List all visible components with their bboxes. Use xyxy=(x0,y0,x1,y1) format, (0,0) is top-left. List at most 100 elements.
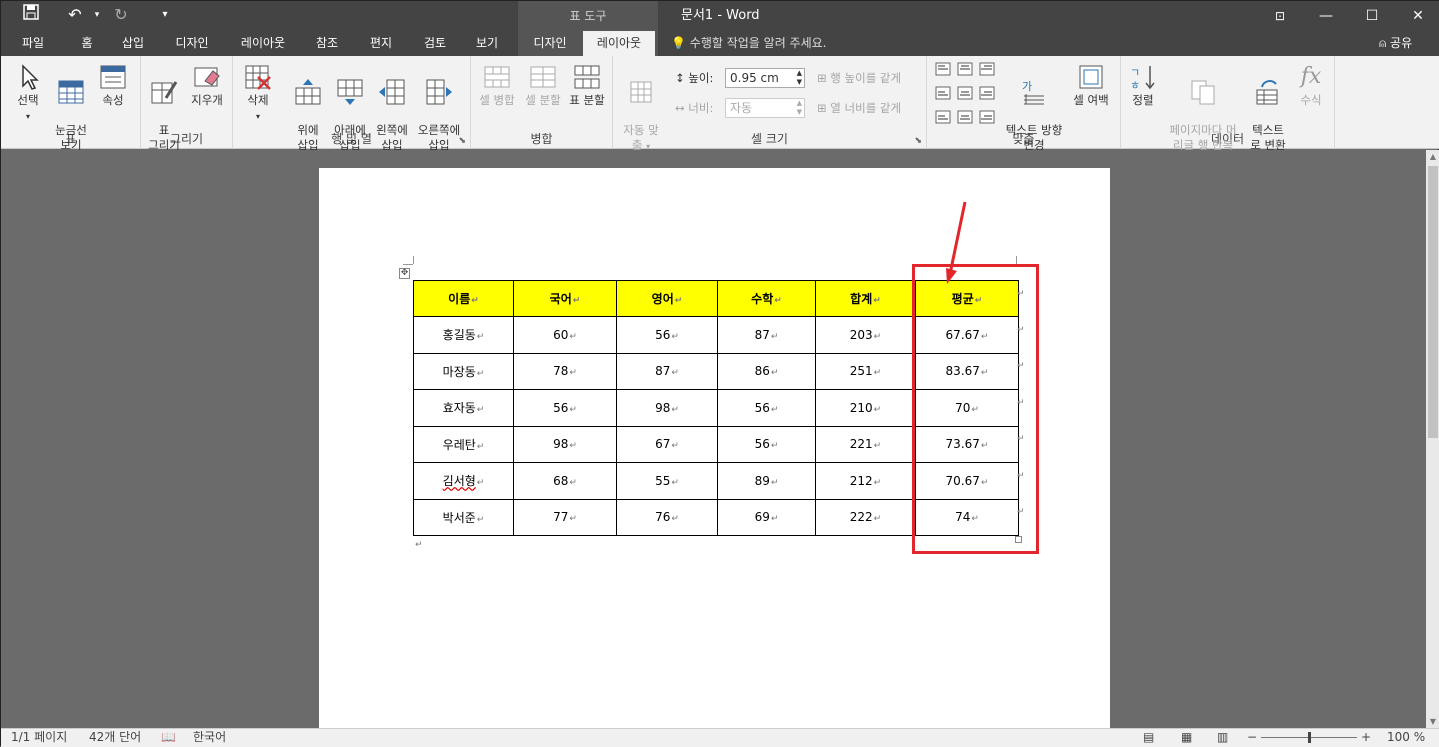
table-cell[interactable]: 69↵ xyxy=(717,498,816,536)
merge-cells-button[interactable]: 셀 병합 xyxy=(475,63,519,108)
table-cell[interactable]: 60↵ xyxy=(513,316,617,354)
share-button[interactable]: ⍝ 공유 xyxy=(1379,31,1412,56)
zoom-out-icon[interactable]: − xyxy=(1247,728,1257,747)
tab-table-design[interactable]: 디자인 xyxy=(523,31,577,56)
zoom-in-icon[interactable]: + xyxy=(1361,728,1371,747)
table-cell[interactable]: 86↵ xyxy=(717,352,816,390)
customize-qat-icon[interactable]: ▾ xyxy=(153,4,177,26)
insert-right-button[interactable]: 오른쪽에 삽입 xyxy=(413,63,465,153)
header-cell[interactable]: 합계↵ xyxy=(815,280,916,317)
tab-table-layout[interactable]: 레이아웃 xyxy=(583,31,655,56)
eraser-button[interactable]: 지우개 xyxy=(187,63,227,108)
table-cell[interactable]: 68↵ xyxy=(513,462,617,500)
table-cell[interactable]: 98↵ xyxy=(513,425,617,463)
page-count[interactable]: 1/1 페이지 xyxy=(11,728,67,747)
tab-view[interactable]: 보기 xyxy=(467,31,507,56)
draw-table-button[interactable]: 표 그리기 xyxy=(143,63,185,153)
table-move-handle-icon[interactable]: ✥ xyxy=(399,268,410,279)
print-layout-icon[interactable]: ▦ xyxy=(1181,728,1192,747)
tab-design[interactable]: 디자인 xyxy=(165,31,219,56)
cell-margins-button[interactable]: 셀 여백 xyxy=(1069,63,1113,108)
table-cell[interactable]: 홍길동↵ xyxy=(413,316,514,354)
table-cell[interactable]: 55↵ xyxy=(616,462,718,500)
split-cells-button[interactable]: 셀 분할 xyxy=(521,63,565,108)
table-cell[interactable]: 56↵ xyxy=(513,389,617,427)
table-cell[interactable]: 56↵ xyxy=(717,425,816,463)
read-mode-icon[interactable]: ▤ xyxy=(1143,728,1154,747)
header-cell[interactable]: 영어↵ xyxy=(616,280,718,317)
autofit-button[interactable]: 자동 맞 춤 ▾ xyxy=(617,63,665,154)
table-cell[interactable]: 김서형↵ xyxy=(413,462,514,500)
tab-mailings[interactable]: 편지 xyxy=(361,31,401,56)
tab-review[interactable]: 검토 xyxy=(415,31,455,56)
table-cell[interactable]: 77↵ xyxy=(513,498,617,536)
table-cell[interactable]: 89↵ xyxy=(717,462,816,500)
header-cell[interactable]: 국어↵ xyxy=(513,280,617,317)
close-button[interactable]: ✕ xyxy=(1395,1,1439,31)
undo-icon[interactable]: ↶ xyxy=(63,4,87,26)
insert-left-button[interactable]: 왼쪽에 삽입 xyxy=(371,63,413,153)
proofing-icon[interactable]: 📖 xyxy=(161,728,176,747)
zoom-level[interactable]: 100 % xyxy=(1387,728,1425,747)
table-cell[interactable]: 221↵ xyxy=(815,425,916,463)
col-width-input[interactable]: 자동 ▲ ▼ xyxy=(725,98,805,118)
tab-insert[interactable]: 삽입 xyxy=(113,31,153,56)
repeat-header-rows-button[interactable]: 페이지마다 머 리글 행 반복 xyxy=(1163,63,1243,153)
insert-above-button[interactable]: 위에 삽입 xyxy=(287,63,329,153)
spinner-icon[interactable]: ▲ ▼ xyxy=(797,99,802,117)
formula-button[interactable]: fx 수식 xyxy=(1293,63,1329,108)
tab-file[interactable]: 파일 xyxy=(9,31,57,56)
tab-home[interactable]: 홈 xyxy=(67,31,107,56)
text-direction-button[interactable]: 가 텍스트 방향 변경 xyxy=(1001,63,1067,153)
table-cell[interactable]: 76↵ xyxy=(616,498,718,536)
save-icon[interactable] xyxy=(19,4,43,26)
table-cell[interactable]: 203↵ xyxy=(815,316,916,354)
convert-to-text-button[interactable]: 텍스트 로 변환 xyxy=(1245,63,1291,153)
redo-icon[interactable]: ↻ xyxy=(109,4,133,26)
word-count[interactable]: 42개 단어 xyxy=(89,728,141,747)
table-cell[interactable]: 210↵ xyxy=(815,389,916,427)
table-cell[interactable]: 87↵ xyxy=(717,316,816,354)
spinner-icon[interactable]: ▲ ▼ xyxy=(797,69,802,87)
delete-button[interactable]: 삭제 ▾ xyxy=(237,63,279,124)
minimize-button[interactable]: — xyxy=(1303,1,1349,31)
select-button[interactable]: 선택 ▾ xyxy=(7,63,49,124)
language[interactable]: 한국어 xyxy=(193,728,226,747)
view-gridlines-button[interactable]: 눈금선 보기 xyxy=(49,63,93,153)
scroll-down-icon[interactable]: ▼ xyxy=(1426,717,1439,726)
header-cell[interactable]: 이름↵ xyxy=(413,280,514,317)
properties-button[interactable]: 속성 xyxy=(95,63,131,108)
tell-me-box[interactable]: 💡 수행할 작업을 알려 주세요. xyxy=(671,31,826,56)
sort-button[interactable]: ㄱㅎ 정렬 xyxy=(1125,63,1161,108)
table-cell[interactable]: 67↵ xyxy=(616,425,718,463)
distribute-rows-button[interactable]: ⊞ 행 높이를 같게 xyxy=(817,68,901,88)
distribute-cols-button[interactable]: ⊞ 열 너비를 같게 xyxy=(817,98,901,118)
scroll-up-icon[interactable]: ▲ xyxy=(1426,152,1439,161)
table-cell[interactable]: 212↵ xyxy=(815,462,916,500)
row-height-input[interactable]: 0.95 cm ▲ ▼ xyxy=(725,68,805,88)
web-layout-icon[interactable]: ▥ xyxy=(1217,728,1228,747)
table-cell[interactable]: 56↵ xyxy=(616,316,718,354)
ribbon-display-options-icon[interactable]: ⊡ xyxy=(1257,1,1303,31)
undo-dropdown-icon[interactable]: ▾ xyxy=(85,4,109,26)
cell-size-launcher-icon[interactable]: ⬊ xyxy=(914,136,922,146)
table-cell[interactable]: 우레탄↵ xyxy=(413,425,514,463)
table-cell[interactable]: 98↵ xyxy=(616,389,718,427)
vertical-scrollbar[interactable]: ▲ ▼ xyxy=(1426,150,1439,728)
table-cell[interactable]: 251↵ xyxy=(815,352,916,390)
split-table-button[interactable]: 표 분할 xyxy=(565,63,609,108)
tab-references[interactable]: 참조 xyxy=(307,31,347,56)
table-cell[interactable]: 222↵ xyxy=(815,498,916,536)
header-cell[interactable]: 수학↵ xyxy=(717,280,816,317)
table-cell[interactable]: 박서준↵ xyxy=(413,498,514,536)
zoom-slider-thumb[interactable] xyxy=(1308,732,1311,743)
table-cell[interactable]: 마장동↵ xyxy=(413,352,514,390)
table-cell[interactable]: 효자동↵ xyxy=(413,389,514,427)
insert-below-button[interactable]: 아래에 삽입 xyxy=(329,63,371,153)
table-cell[interactable]: 56↵ xyxy=(717,389,816,427)
tab-layout[interactable]: 레이아웃 xyxy=(233,31,293,56)
table-cell[interactable]: 78↵ xyxy=(513,352,617,390)
maximize-button[interactable]: ☐ xyxy=(1349,1,1395,31)
scrollbar-thumb[interactable] xyxy=(1428,166,1438,438)
table-cell[interactable]: 87↵ xyxy=(616,352,718,390)
